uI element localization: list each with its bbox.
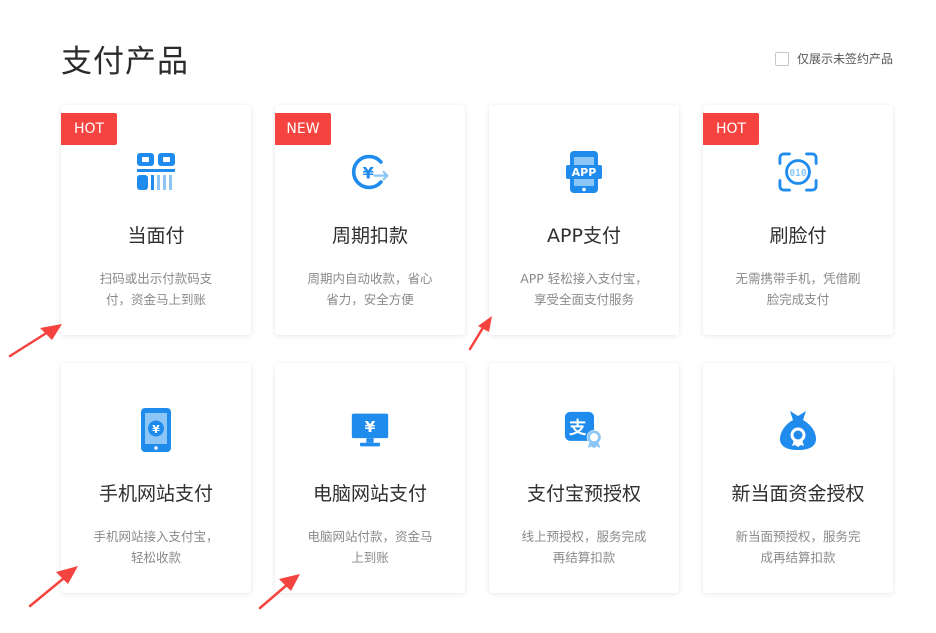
product-description: APP 轻松接入支付宝， 享受全面支付服务 — [511, 268, 657, 310]
description-line: 省力，安全方便 — [326, 292, 414, 307]
yuan-cycle-icon: ¥ — [350, 152, 390, 192]
product-title: 刷脸付 — [769, 225, 827, 247]
hot-badge: HOT — [61, 113, 117, 145]
description-line: 无需携带手机，凭借刷 — [735, 271, 861, 286]
svg-text:¥: ¥ — [365, 418, 376, 436]
product-description: 无需携带手机，凭借刷 脸完成支付 — [725, 268, 871, 310]
description-line: 线上预授权，服务完成 — [521, 529, 647, 544]
description-line: 成再结算扣款 — [760, 550, 836, 565]
description-line: 扫码或出示付款码支 — [99, 271, 213, 286]
product-card-pc-web-pay[interactable]: ¥ 电脑网站支付 电脑网站付款，资金马 上到账 — [275, 363, 465, 593]
svg-text:支: 支 — [568, 418, 587, 439]
product-title: 电脑网站支付 — [312, 483, 427, 505]
product-title: 当面付 — [127, 225, 185, 247]
barcode-qr-icon — [136, 152, 176, 192]
product-description: 电脑网站付款，资金马 上到账 — [297, 526, 443, 568]
product-title: 新当面资金授权 — [731, 483, 865, 505]
description-line: 电脑网站付款，资金马 — [307, 529, 433, 544]
svg-text:010: 010 — [789, 168, 806, 179]
page-title: 支付产品 — [61, 44, 189, 80]
svg-text:APP: APP — [572, 166, 597, 179]
description-line: 新当面预授权，服务完 — [735, 529, 861, 544]
money-bag-icon — [778, 410, 818, 450]
product-card-mobile-web-pay[interactable]: ¥ 手机网站支付 手机网站接入支付宝， 轻松收款 — [61, 363, 251, 593]
product-description: 扫码或出示付款码支 付，资金马上到账 — [83, 268, 229, 310]
unsigned-only-label: 仅展示未签约产品 — [796, 52, 893, 66]
hot-badge: HOT — [703, 113, 759, 145]
product-card-face-pay[interactable]: HOT 010 刷脸付 无需携带手机，凭借刷 脸完成支付 — [703, 105, 893, 335]
description-line: 付，资金马上到账 — [105, 292, 206, 307]
monitor-yuan-icon: ¥ — [350, 410, 390, 450]
description-line: 再结算扣款 — [552, 550, 616, 565]
product-title: APP支付 — [547, 225, 621, 247]
product-card-periodic-deduction[interactable]: NEW ¥ 周期扣款 周期内自动收款，省心 省力，安全方便 — [275, 105, 465, 335]
description-line: APP 轻松接入支付宝， — [520, 271, 648, 286]
svg-text:¥: ¥ — [362, 163, 374, 182]
product-card-face-to-face[interactable]: HOT 当面付 扫码或出示付款码支 付，资金马上到账 — [61, 105, 251, 335]
description-line: 手机网站接入支付宝， — [93, 529, 219, 544]
product-description: 手机网站接入支付宝， 轻松收款 — [83, 526, 229, 568]
description-line: 周期内自动收款，省心 — [307, 271, 433, 286]
product-title: 支付宝预授权 — [526, 483, 641, 505]
description-line: 脸完成支付 — [766, 292, 830, 307]
unsigned-only-filter[interactable]: 仅展示未签约产品 — [774, 50, 893, 67]
alipay-badge-icon: 支 — [564, 410, 604, 450]
description-line: 上到账 — [351, 550, 389, 565]
product-card-app-pay[interactable]: APP APP支付 APP 轻松接入支付宝， 享受全面支付服务 — [489, 105, 679, 335]
product-title: 手机网站支付 — [98, 483, 213, 505]
svg-text:¥: ¥ — [152, 423, 160, 436]
description-line: 轻松收款 — [130, 550, 181, 565]
product-card-alipay-preauth[interactable]: 支 支付宝预授权 线上预授权，服务完成 再结算扣款 — [489, 363, 679, 593]
new-badge: NEW — [275, 113, 331, 145]
product-description: 新当面预授权，服务完 成再结算扣款 — [725, 526, 871, 568]
annotation-arrow-icon — [8, 324, 62, 358]
product-card-new-fund-auth[interactable]: 新当面资金授权 新当面预授权，服务完 成再结算扣款 — [703, 363, 893, 593]
face-scan-icon: 010 — [778, 152, 818, 192]
product-title: 周期扣款 — [331, 225, 408, 247]
product-description: 线上预授权，服务完成 再结算扣款 — [511, 526, 657, 568]
mobile-yuan-icon: ¥ — [136, 408, 176, 452]
description-line: 享受全面支付服务 — [533, 292, 634, 307]
product-description: 周期内自动收款，省心 省力，安全方便 — [297, 268, 443, 310]
app-phone-icon: APP — [564, 151, 604, 193]
page: 支付产品 仅展示未签约产品 HOT 当面付 扫码或出示付款码支 付，资金马上到账… — [0, 0, 936, 633]
unsigned-only-checkbox[interactable] — [774, 51, 789, 66]
